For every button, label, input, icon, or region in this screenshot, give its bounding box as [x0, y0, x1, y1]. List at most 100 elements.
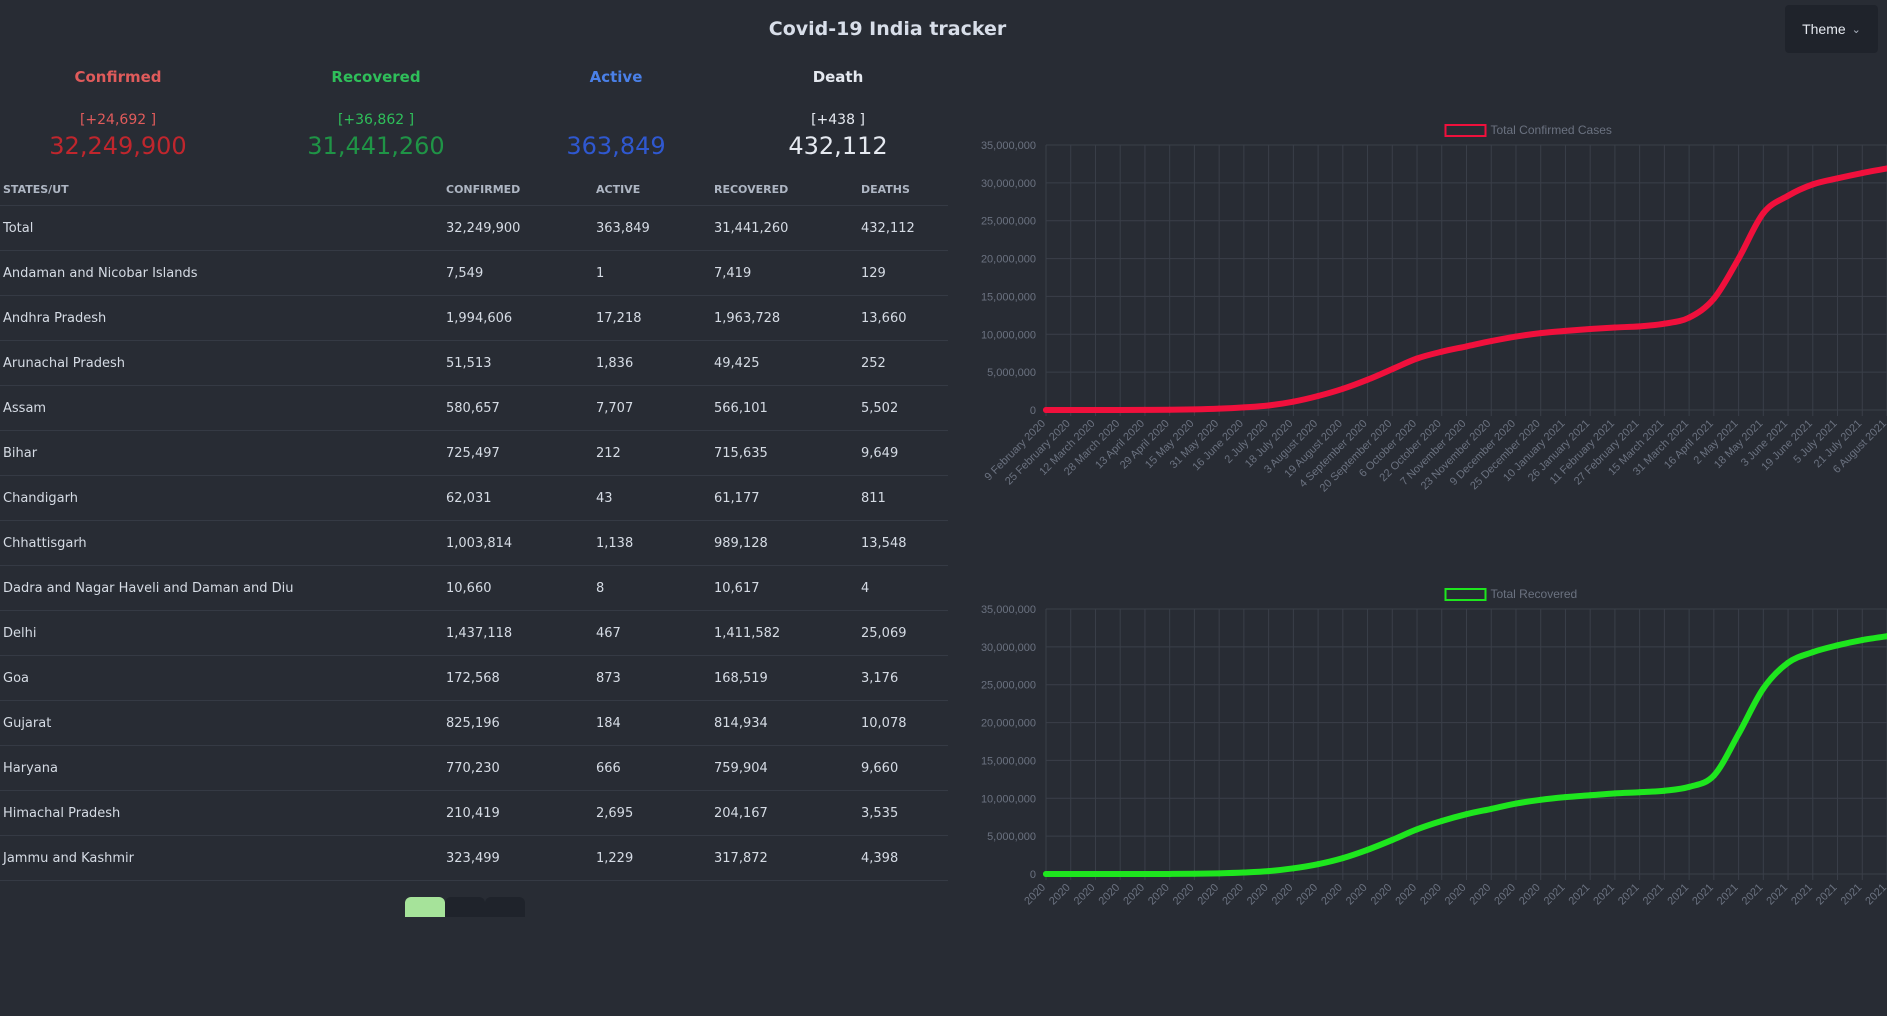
cell-state: Chandigarh — [0, 475, 443, 521]
data-point[interactable] — [1067, 407, 1074, 413]
data-point[interactable] — [1611, 324, 1618, 331]
data-point[interactable] — [1414, 826, 1421, 833]
data-point[interactable] — [1216, 870, 1223, 877]
data-point[interactable] — [1141, 406, 1148, 413]
data-point[interactable] — [1315, 861, 1322, 868]
x-tick-label: 2020 — [1146, 882, 1172, 908]
data-point[interactable] — [1512, 800, 1519, 807]
data-point[interactable] — [1216, 405, 1223, 412]
data-point[interactable] — [1117, 870, 1124, 877]
data-point[interactable] — [1661, 787, 1668, 794]
stat-recovered: Recovered [+36,862 ] 31,441,260 — [256, 68, 496, 160]
page-button-1[interactable] — [405, 897, 445, 917]
data-point[interactable] — [1537, 796, 1544, 803]
data-point[interactable] — [1537, 330, 1544, 337]
theme-label: Theme — [1802, 21, 1846, 37]
data-point[interactable] — [1141, 870, 1148, 877]
page-button-3[interactable] — [485, 897, 525, 917]
theme-dropdown[interactable]: Theme ⌄ — [1785, 5, 1878, 53]
data-point[interactable] — [1735, 255, 1742, 262]
data-point[interactable] — [1710, 295, 1717, 302]
header-active[interactable]: ACTIVE — [593, 173, 711, 206]
data-point[interactable] — [1389, 836, 1396, 843]
cell-confirmed: 725,497 — [443, 430, 593, 476]
data-point[interactable] — [1240, 869, 1247, 876]
cell-deaths: 432,112 — [858, 205, 948, 251]
table-row: Assam 580,657 7,707 566,101 5,502 — [0, 385, 948, 431]
stat-total: 363,849 — [566, 132, 666, 160]
data-point[interactable] — [1463, 811, 1470, 818]
table-row: Himachal Pradesh 210,419 2,695 204,167 3,535 — [0, 790, 948, 836]
data-point[interactable] — [1686, 783, 1693, 790]
data-point[interactable] — [1438, 348, 1445, 355]
data-point[interactable] — [1834, 642, 1841, 649]
data-point[interactable] — [1067, 871, 1074, 877]
x-tick-label: 2021 — [1665, 882, 1691, 908]
data-point[interactable] — [1043, 871, 1049, 877]
data-point[interactable] — [1191, 406, 1198, 413]
header-recovered[interactable]: RECOVERED — [711, 173, 858, 206]
data-point[interactable] — [1760, 210, 1767, 217]
cell-state: Haryana — [0, 745, 443, 791]
y-tick-label: 35,000,000 — [981, 140, 1036, 152]
data-point[interactable] — [1043, 407, 1049, 413]
data-point[interactable] — [1512, 333, 1519, 340]
data-point[interactable] — [1265, 868, 1272, 875]
data-point[interactable] — [1290, 865, 1297, 872]
data-point[interactable] — [1488, 805, 1495, 812]
data-point[interactable] — [1686, 314, 1693, 321]
data-point[interactable] — [1809, 181, 1816, 188]
table-row: Goa 172,568 873 168,519 3,176 — [0, 655, 948, 701]
cell-confirmed: 10,660 — [443, 565, 593, 611]
data-point[interactable] — [1636, 789, 1643, 796]
data-point[interactable] — [1785, 192, 1792, 199]
stat-label: Active — [589, 68, 643, 86]
data-point[interactable] — [1092, 406, 1099, 413]
data-point[interactable] — [1438, 818, 1445, 824]
data-point[interactable] — [1562, 327, 1569, 334]
data-point[interactable] — [1587, 325, 1594, 332]
cell-state: Assam — [0, 385, 443, 431]
data-point[interactable] — [1364, 376, 1371, 383]
data-point[interactable] — [1463, 343, 1470, 350]
data-point[interactable] — [1661, 320, 1668, 327]
data-point[interactable] — [1760, 685, 1767, 692]
x-tick-label: 2020 — [1121, 882, 1147, 908]
cell-active: 184 — [593, 700, 711, 746]
data-point[interactable] — [1859, 170, 1866, 177]
x-tick-label: 2020 — [1418, 882, 1444, 908]
data-point[interactable] — [1191, 870, 1198, 877]
chart-legend[interactable]: Total Recovered — [1444, 587, 1578, 601]
data-point[interactable] — [1587, 792, 1594, 799]
data-point[interactable] — [1166, 870, 1173, 877]
data-point[interactable] — [1488, 338, 1495, 345]
data-point[interactable] — [1315, 392, 1322, 399]
data-point[interactable] — [1166, 406, 1173, 413]
header-state[interactable]: STATES/UT — [0, 173, 443, 206]
stat-label: Death — [812, 68, 864, 86]
header-confirmed[interactable]: CONFIRMED — [443, 173, 593, 206]
data-point[interactable] — [1240, 404, 1247, 411]
chart-legend[interactable]: Total Confirmed Cases — [1444, 123, 1612, 137]
data-point[interactable] — [1117, 406, 1124, 413]
data-point[interactable] — [1265, 402, 1272, 409]
cell-confirmed: 1,437,118 — [443, 610, 593, 656]
data-point[interactable] — [1636, 323, 1643, 330]
data-point[interactable] — [1092, 871, 1099, 877]
data-point[interactable] — [1735, 730, 1742, 737]
data-point[interactable] — [1611, 790, 1618, 797]
data-point[interactable] — [1339, 385, 1346, 392]
data-point[interactable] — [1290, 398, 1297, 405]
data-point[interactable] — [1389, 366, 1396, 373]
data-point[interactable] — [1809, 649, 1816, 656]
page-button-2[interactable] — [445, 897, 485, 917]
data-point[interactable] — [1562, 794, 1569, 801]
header-deaths[interactable]: DEATHS — [858, 173, 948, 206]
data-point[interactable] — [1339, 855, 1346, 862]
data-point[interactable] — [1364, 846, 1371, 853]
data-point[interactable] — [1785, 659, 1792, 666]
data-point[interactable] — [1414, 355, 1421, 362]
data-point[interactable] — [1834, 175, 1841, 182]
data-point[interactable] — [1710, 772, 1717, 779]
data-point[interactable] — [1859, 637, 1866, 644]
